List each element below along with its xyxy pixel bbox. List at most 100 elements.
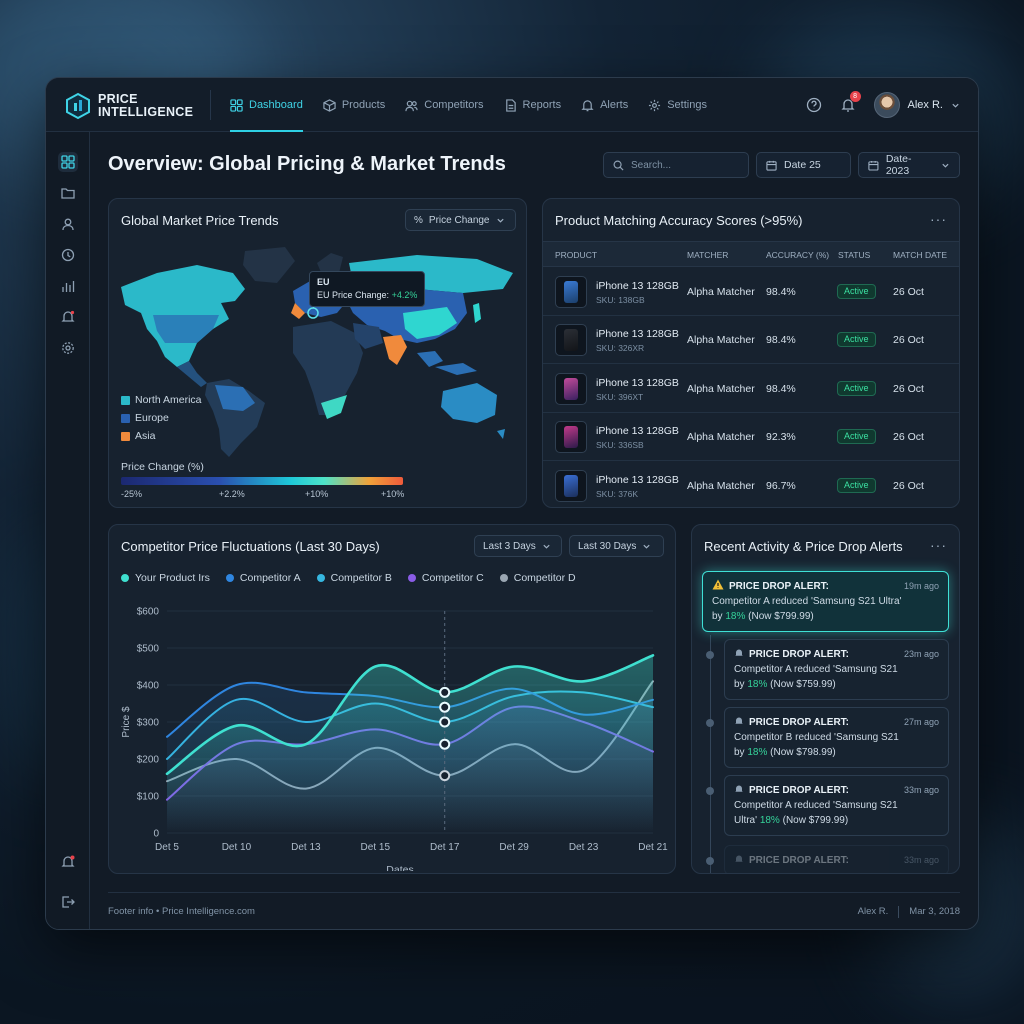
sidebar-profile[interactable] <box>58 214 78 234</box>
range-dropdown-1[interactable]: Last 3 Days <box>474 535 562 557</box>
col-accuracy: ACCURACY (%) <box>766 250 830 260</box>
accuracy-cell: 98.4% <box>766 382 796 395</box>
percent-icon: % <box>414 214 423 226</box>
bell-icon <box>735 785 743 792</box>
product-thumbnail <box>555 421 587 454</box>
status-badge: Active <box>837 284 876 299</box>
y-tick-label: $600 <box>137 607 160 618</box>
alert-title: PRICE DROP ALERT: <box>749 717 850 728</box>
matching-card-title: Product Matching Accuracy Scores (>95%) <box>555 213 803 228</box>
match-date-cell: 26 Oct <box>893 431 924 444</box>
app-window: PRICE INTELLIGENCE Dashboard Products Com… <box>45 77 979 930</box>
alert-detail: Ultra' 18% (Now $799.99) <box>734 815 849 826</box>
product-sku: SKU: 326XR <box>596 343 645 354</box>
alert-detail: by 18% (Now $799.99) <box>712 611 814 622</box>
accuracy-cell: 96.7% <box>766 479 796 492</box>
status-badge: Active <box>837 332 876 348</box>
match-date-cell: 26 Oct <box>893 382 924 395</box>
legend-item[interactable]: Competitor C <box>407 572 484 584</box>
sidebar-alerts[interactable] <box>58 307 78 327</box>
table-header: PRODUCT MATCHER ACCURACY (%) STATUS MATC… <box>543 241 959 267</box>
chevron-down-icon <box>496 218 504 223</box>
match-date-cell: 26 Oct <box>893 479 924 492</box>
nav-dashboard[interactable]: Dashboard <box>230 78 303 132</box>
y-tick-label: $100 <box>137 792 160 803</box>
sidebar-logout[interactable] <box>58 892 78 912</box>
sidebar-history[interactable] <box>58 245 78 265</box>
nav-competitors[interactable]: Competitors <box>405 78 484 132</box>
scale-title: Price Change (%) <box>121 461 204 473</box>
users-icon <box>405 100 418 111</box>
table-row[interactable]: iPhone 13 128GB SKU: 326XR Alpha Matcher 98… <box>543 316 959 365</box>
table-row[interactable]: iPhone 13 128GB SKU: 138GB Alpha Matcher 98… <box>543 268 959 316</box>
more-options-icon[interactable]: ··· <box>930 211 947 227</box>
status-badge: Active <box>837 380 876 396</box>
grid-icon <box>230 98 243 112</box>
help-icon[interactable] <box>806 97 822 113</box>
date-picker-2[interactable]: Date-2023 <box>858 152 960 178</box>
alert-item[interactable]: PRICE DROP ALERT: 33m ago <box>724 845 949 873</box>
price-chart[interactable]: 0 $100 $200 $300 $400 $500 $600 Det 5 Det 10 Det … <box>109 591 676 872</box>
nav-alerts[interactable]: Alerts <box>581 78 628 132</box>
nav-settings[interactable]: Settings <box>648 78 707 132</box>
logout-icon <box>62 896 75 908</box>
data-point <box>439 716 451 728</box>
x-tick-label: Det 29 <box>499 842 529 853</box>
sidebar-settings[interactable] <box>58 338 78 358</box>
notifications-button[interactable]: 8 <box>840 91 861 113</box>
nav-products[interactable]: Products <box>323 78 385 132</box>
sidebar-notifications[interactable] <box>58 852 78 872</box>
alert-item[interactable]: PRICE DROP ALERT: 19m ago Competitor A red… <box>702 571 949 632</box>
product-thumbnail <box>555 276 587 308</box>
map-australia <box>441 383 497 423</box>
alert-time: 27m ago <box>903 717 939 727</box>
alert-item[interactable]: PRICE DROP ALERT: 33m ago Competitor A red… <box>724 775 949 836</box>
timeline-line <box>710 635 711 873</box>
nav-reports[interactable]: Reports <box>504 78 561 132</box>
matching-card: Product Matching Accuracy Scores (>95%) … <box>542 198 960 508</box>
data-point <box>439 701 451 713</box>
sidebar-dashboard[interactable] <box>58 152 78 172</box>
date-picker-1[interactable]: Date 25 <box>756 152 851 178</box>
match-date-cell: 26 Oct <box>893 334 924 347</box>
sidebar <box>46 132 90 929</box>
match-date-cell: 26 Oct <box>893 286 924 298</box>
legend-item[interactable]: Competitor A <box>225 572 301 584</box>
bell-icon <box>735 649 743 656</box>
legend-north-america: North America <box>121 394 202 406</box>
product-name: iPhone 13 128GB <box>596 328 679 341</box>
alert-title: PRICE DROP ALERT: <box>749 649 850 660</box>
alert-detail: by 18% (Now $798.99) <box>734 747 836 758</box>
top-bar: PRICE INTELLIGENCE Dashboard Products Com… <box>46 78 978 132</box>
data-point <box>439 738 451 750</box>
grid-icon <box>61 155 75 169</box>
user-menu[interactable]: Alex R. <box>873 92 960 118</box>
col-matcher: MATCHER <box>687 250 729 260</box>
table-row[interactable]: iPhone 13 128GB SKU: 396XT Alpha Matcher 98… <box>543 365 959 413</box>
range-dropdown-2[interactable]: Last 30 Days <box>569 535 664 557</box>
more-options-icon[interactable]: ··· <box>930 537 947 553</box>
sidebar-folders[interactable] <box>58 183 78 203</box>
y-tick-label: $500 <box>137 644 160 655</box>
alert-item[interactable]: PRICE DROP ALERT: 23m ago Competitor A red… <box>724 639 949 700</box>
y-axis-label: Price $ <box>121 706 132 738</box>
alert-time: 23m ago <box>903 649 939 659</box>
alert-item[interactable]: PRICE DROP ALERT: 27m ago Competitor B red… <box>724 707 949 768</box>
legend-item[interactable]: Competitor D <box>499 572 576 584</box>
bell-icon <box>581 99 594 111</box>
sidebar-analytics[interactable] <box>58 276 78 296</box>
search-input[interactable]: Search... <box>603 152 749 178</box>
table-row[interactable]: iPhone 13 128GB SKU: 376K Alpha Matcher 96.… <box>543 462 959 507</box>
alert-title: PRICE DROP ALERT: <box>749 855 850 866</box>
table-row[interactable]: iPhone 13 128GB SKU: 336SB Alpha Matcher 92… <box>543 413 959 462</box>
document-icon <box>505 98 516 112</box>
x-tick-label: Det 13 <box>291 842 321 853</box>
search-icon <box>613 160 624 171</box>
calendar-icon <box>868 160 879 171</box>
bell-icon <box>735 717 743 724</box>
alerts-card-title: Recent Activity & Price Drop Alerts <box>704 539 903 554</box>
alert-time: 19m ago <box>903 581 939 591</box>
price-change-dropdown[interactable]: % Price Change <box>405 209 516 231</box>
legend-item[interactable]: Your Product Irs <box>121 572 210 584</box>
legend-item[interactable]: Competitor B <box>316 572 392 584</box>
